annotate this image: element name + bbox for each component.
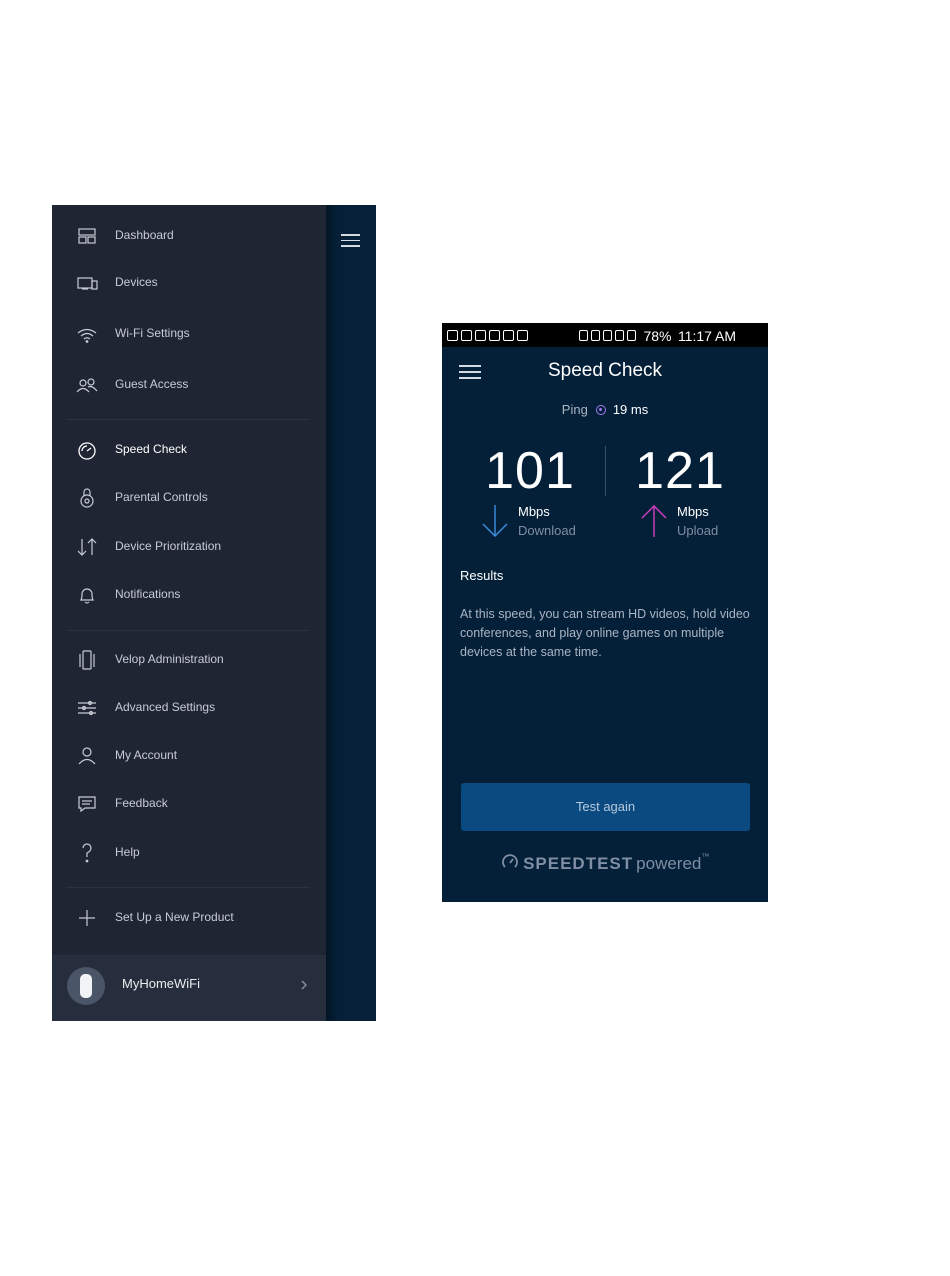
menu-item-label: My Account bbox=[115, 748, 178, 762]
velop-node-avatar bbox=[67, 967, 105, 1005]
hamburger-menu-icon[interactable] bbox=[341, 234, 360, 251]
bluetooth-icon bbox=[579, 330, 588, 342]
menu-item-my-account[interactable]: My Account bbox=[52, 737, 326, 777]
chevron-right-icon bbox=[301, 980, 307, 990]
upload-arrow-icon bbox=[641, 505, 667, 537]
page-title: Speed Check bbox=[547, 360, 663, 381]
menu-item-label: Velop Administration bbox=[115, 652, 224, 666]
clock: 11:17 AM bbox=[677, 327, 737, 344]
download-arrow-icon bbox=[482, 505, 508, 537]
speed-divider bbox=[605, 446, 606, 496]
network-selector[interactable]: MyHomeWiFi bbox=[52, 955, 326, 1021]
download-unit: Mbps bbox=[518, 504, 550, 519]
menu-screenshot: Dashboard Devices Wi-Fi Settings Guest A… bbox=[52, 205, 376, 1021]
results-heading: Results bbox=[460, 568, 504, 583]
menu-item-label: Set Up a New Product bbox=[115, 910, 234, 924]
menu-item-velop-administration[interactable]: Velop Administration bbox=[52, 641, 326, 681]
menu-item-label: Notifications bbox=[115, 587, 181, 601]
notification-icons bbox=[447, 328, 531, 342]
menu-item-notifications[interactable]: Notifications bbox=[52, 576, 326, 616]
nfc-icon bbox=[591, 330, 600, 342]
download-label: Download bbox=[518, 523, 576, 538]
menu-item-parental-controls[interactable]: Parental Controls bbox=[52, 479, 326, 519]
help-icon bbox=[82, 843, 92, 863]
guest-access-icon bbox=[76, 378, 98, 393]
results-description: At this speed, you can stream HD videos,… bbox=[460, 607, 750, 659]
user-icon bbox=[78, 747, 96, 765]
menu-item-speed-check[interactable]: Speed Check bbox=[52, 431, 326, 471]
speed-check-screenshot: 78% 11:17 AM Speed Check Ping 19 ms 101 1… bbox=[442, 323, 768, 902]
menu-item-label: Device Prioritization bbox=[115, 539, 222, 553]
menu-item-devices[interactable]: Devices bbox=[52, 264, 326, 304]
speedtest-powered-logo: SPEEDTEST powered™ bbox=[442, 852, 768, 874]
bell-icon bbox=[80, 588, 94, 604]
ping-row: Ping 19 ms bbox=[442, 402, 768, 417]
menu-item-label: Guest Access bbox=[115, 377, 189, 391]
parental-lock-icon bbox=[80, 488, 94, 508]
menu-item-set-up-new-product[interactable]: Set Up a New Product bbox=[52, 899, 326, 939]
menu-divider bbox=[66, 630, 310, 631]
speedtest-gauge-icon bbox=[501, 854, 518, 868]
velop-node-icon bbox=[79, 650, 95, 670]
powered-text: powered bbox=[636, 854, 702, 873]
menu-item-advanced-settings[interactable]: Advanced Settings bbox=[52, 689, 326, 729]
speedtest-wordmark: SPEEDTEST bbox=[523, 854, 634, 873]
menu-item-label: Devices bbox=[115, 275, 158, 289]
upload-label: Upload bbox=[677, 523, 719, 538]
speedometer-icon bbox=[78, 442, 96, 460]
devices-icon bbox=[77, 277, 98, 290]
sliders-icon bbox=[78, 700, 96, 716]
menu-item-dashboard[interactable]: Dashboard bbox=[52, 217, 326, 257]
menu-item-label: Advanced Settings bbox=[115, 700, 216, 714]
menu-item-label: Feedback bbox=[115, 796, 168, 810]
upload-speed-value: 121 bbox=[635, 442, 725, 500]
ping-label: Ping bbox=[561, 402, 588, 417]
feedback-icon bbox=[78, 796, 96, 813]
drawer-shadow bbox=[326, 205, 338, 1021]
menu-item-help[interactable]: Help bbox=[52, 834, 326, 874]
trademark-symbol: ™ bbox=[701, 852, 710, 861]
menu-item-label: Parental Controls bbox=[115, 490, 208, 504]
menu-item-guest-access[interactable]: Guest Access bbox=[52, 366, 326, 406]
priority-arrows-icon bbox=[77, 538, 97, 556]
dashboard-icon bbox=[78, 228, 96, 244]
navigation-drawer: Dashboard Devices Wi-Fi Settings Guest A… bbox=[52, 205, 326, 1021]
status-bar: 78% 11:17 AM bbox=[442, 323, 768, 347]
plus-icon bbox=[79, 910, 95, 926]
signal-icon bbox=[627, 330, 636, 342]
battery-level: 78% bbox=[643, 327, 672, 344]
menu-item-feedback[interactable]: Feedback bbox=[52, 785, 326, 825]
menu-item-device-prioritization[interactable]: Device Prioritization bbox=[52, 528, 326, 568]
ping-dot-icon bbox=[595, 404, 606, 415]
upload-unit: Mbps bbox=[677, 504, 709, 519]
wifi-status-icon bbox=[615, 330, 624, 342]
system-status: 78% 11:17 AM bbox=[579, 327, 736, 345]
menu-item-label: Help bbox=[115, 845, 140, 859]
menu-divider bbox=[66, 419, 310, 420]
menu-divider bbox=[66, 887, 310, 888]
test-again-button[interactable]: Test again bbox=[461, 783, 750, 831]
menu-item-wifi-settings[interactable]: Wi-Fi Settings bbox=[52, 315, 326, 355]
menu-item-label: Wi-Fi Settings bbox=[115, 326, 190, 340]
alarm-icon bbox=[603, 330, 612, 342]
wifi-icon bbox=[77, 328, 97, 343]
ping-value: 19 ms bbox=[612, 402, 649, 417]
menu-item-label: Speed Check bbox=[115, 442, 188, 456]
menu-item-label: Dashboard bbox=[115, 228, 174, 242]
download-speed-value: 101 bbox=[485, 442, 575, 500]
network-name: MyHomeWiFi bbox=[122, 976, 200, 991]
